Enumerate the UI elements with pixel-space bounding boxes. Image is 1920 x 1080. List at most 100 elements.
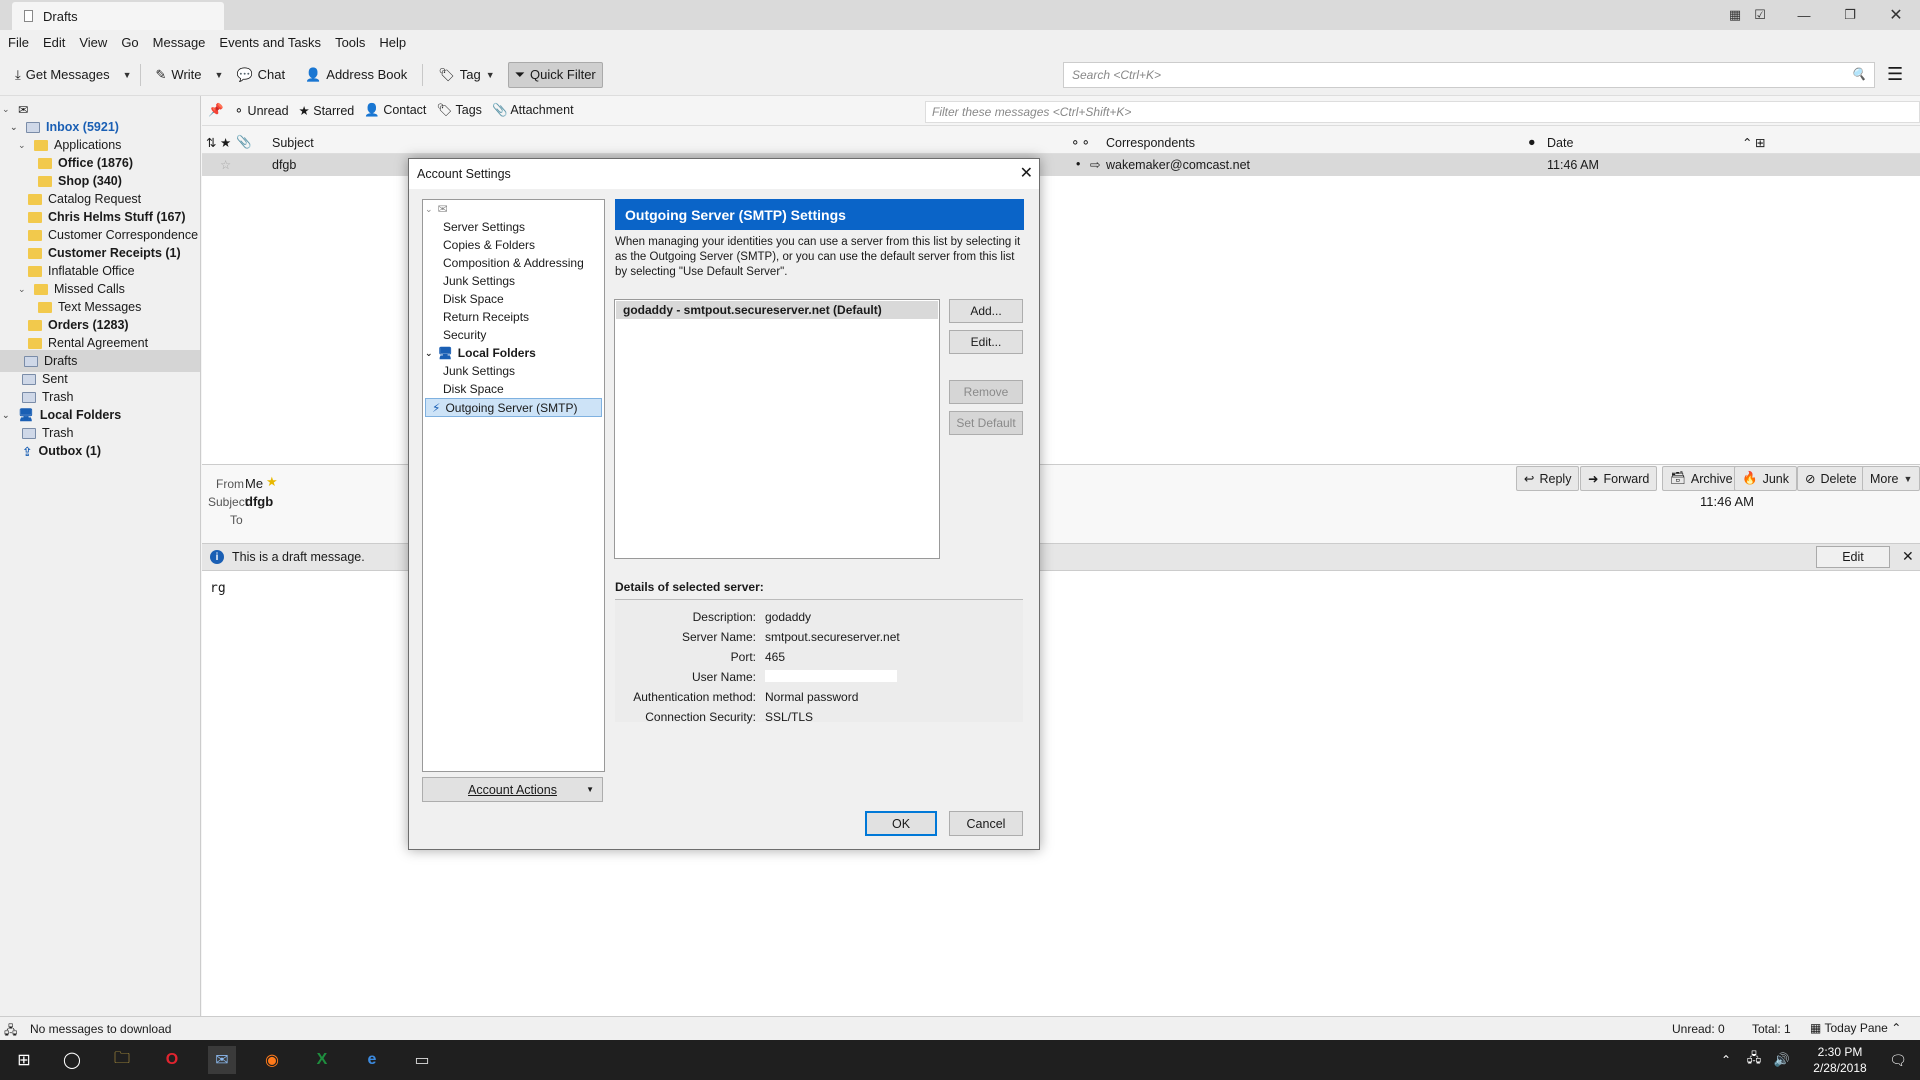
filter-tags[interactable]: 🏷 Tags bbox=[436, 103, 482, 118]
account-actions-button[interactable]: Account Actions ▼ bbox=[422, 777, 603, 802]
search-icon[interactable]: 🔍 bbox=[1851, 67, 1866, 81]
folder-label: Trash bbox=[42, 426, 74, 440]
quick-filter-button[interactable]: ⏷ Quick Filter bbox=[507, 61, 603, 88]
hamburger-menu-icon[interactable]: ☰ bbox=[1887, 64, 1903, 85]
from-value[interactable]: Me bbox=[245, 476, 263, 491]
forward-button[interactable]: ➜ Forward bbox=[1580, 466, 1658, 491]
file-explorer-icon[interactable]: 🗀 bbox=[108, 1046, 136, 1074]
folder-outbox[interactable]: ⇪ Outbox (1) bbox=[22, 440, 101, 462]
tree-composition-addressing[interactable]: Composition & Addressing bbox=[443, 256, 584, 270]
thread-column-icon[interactable]: ⇅ bbox=[206, 135, 216, 150]
taskbar-clock[interactable]: 2:30 PM 2/28/2018 bbox=[1800, 1044, 1880, 1076]
tree-outgoing-server[interactable]: ⚡ Outgoing Server (SMTP) bbox=[425, 398, 602, 417]
tag-button[interactable]: 🏷 Tag ▼ bbox=[431, 62, 501, 88]
tasks-icon[interactable]: ☑ bbox=[1740, 0, 1780, 30]
tree-junk-settings[interactable]: Junk Settings bbox=[443, 274, 515, 288]
write-dropdown[interactable]: ▼ bbox=[215, 70, 224, 80]
menu-edit[interactable]: Edit bbox=[43, 35, 65, 50]
close-icon[interactable]: ✕ bbox=[1020, 163, 1033, 183]
restore-button[interactable]: ❐ bbox=[1830, 0, 1870, 30]
remove-server-button[interactable]: Remove bbox=[949, 380, 1023, 404]
menu-help[interactable]: Help bbox=[379, 35, 406, 50]
more-button[interactable]: More ▼ bbox=[1862, 466, 1920, 491]
chat-button[interactable]: 💬 Chat bbox=[229, 62, 292, 88]
filter-contact[interactable]: 👤 Contact bbox=[364, 103, 426, 118]
column-picker-icon[interactable]: ⊞ bbox=[1755, 135, 1765, 150]
title-bar bbox=[0, 0, 1920, 30]
filter-attachment[interactable]: 📎 Attachment bbox=[492, 103, 574, 118]
tree-server-settings[interactable]: Server Settings bbox=[443, 220, 525, 234]
ok-button[interactable]: OK bbox=[865, 811, 937, 836]
edit-draft-button[interactable]: Edit bbox=[1816, 546, 1890, 568]
menu-events-tasks[interactable]: Events and Tasks bbox=[219, 35, 321, 50]
filter-starred[interactable]: ★ Starred bbox=[299, 103, 355, 118]
folder-icon bbox=[38, 157, 52, 169]
archive-button[interactable]: 🗃 Archive bbox=[1662, 466, 1741, 491]
junk-column-icon[interactable]: ● bbox=[1528, 135, 1536, 149]
smtp-server-list[interactable]: godaddy - smtpout.secureserver.net (Defa… bbox=[614, 299, 940, 559]
folder-icon bbox=[38, 175, 52, 187]
delete-button[interactable]: ⊘ Delete bbox=[1797, 466, 1865, 491]
close-icon[interactable]: ✕ bbox=[1902, 548, 1914, 565]
menu-view[interactable]: View bbox=[79, 35, 107, 50]
detail-user-name bbox=[765, 670, 897, 682]
write-button[interactable]: ✎ Write bbox=[149, 62, 209, 88]
account-root-node[interactable]: ⌄ ✉ bbox=[425, 202, 448, 216]
today-pane-button[interactable]: ▦ Today Pane ⌃ bbox=[1810, 1021, 1901, 1035]
add-server-button[interactable]: Add... bbox=[949, 299, 1023, 323]
command-prompt-icon[interactable]: ▭ bbox=[408, 1046, 436, 1074]
star-icon[interactable]: ☆ bbox=[220, 157, 231, 172]
menu-tools[interactable]: Tools bbox=[335, 35, 365, 50]
list-item[interactable]: godaddy - smtpout.secureserver.net (Defa… bbox=[616, 301, 938, 319]
edit-server-button[interactable]: Edit... bbox=[949, 330, 1023, 354]
column-correspondents[interactable]: Correspondents bbox=[1106, 136, 1195, 150]
tree-copies-folders[interactable]: Copies & Folders bbox=[443, 238, 535, 252]
network-icon[interactable]: 🖧 bbox=[4, 1021, 17, 1042]
menu-go[interactable]: Go bbox=[121, 35, 138, 50]
excel-icon[interactable]: X bbox=[308, 1046, 336, 1074]
attachment-column-icon[interactable]: 📎 bbox=[236, 135, 252, 150]
read-column-icon[interactable]: ⚬⚬ bbox=[1070, 135, 1091, 150]
close-window-button[interactable]: ✕ bbox=[1876, 0, 1916, 30]
star-column-icon[interactable]: ★ bbox=[220, 135, 231, 150]
get-messages-button[interactable]: ⤓ Get Messages bbox=[8, 62, 117, 88]
internet-explorer-icon[interactable]: e bbox=[358, 1046, 386, 1074]
volume-icon[interactable]: 🔊 bbox=[1768, 1046, 1796, 1074]
filter-messages-input[interactable]: Filter these messages <Ctrl+Shift+K> bbox=[925, 101, 1920, 123]
tag-icon: 🏷 bbox=[438, 66, 455, 82]
pin-icon[interactable]: 📌 bbox=[208, 103, 224, 118]
detail-key: Port: bbox=[730, 650, 756, 664]
tree-local-disk-space[interactable]: Disk Space bbox=[443, 382, 504, 396]
cancel-button[interactable]: Cancel bbox=[949, 811, 1023, 836]
star-icon[interactable]: ★ bbox=[266, 474, 278, 490]
sort-up-icon: ⌃ bbox=[1742, 136, 1753, 150]
thunderbird-icon[interactable]: ✉ bbox=[208, 1046, 236, 1074]
tree-return-receipts[interactable]: Return Receipts bbox=[443, 310, 529, 324]
column-subject[interactable]: Subject bbox=[272, 136, 314, 150]
menu-message[interactable]: Message bbox=[153, 35, 206, 50]
menu-file[interactable]: File bbox=[8, 35, 29, 50]
windows-start-icon[interactable]: ⊞ bbox=[10, 1046, 38, 1074]
firefox-icon[interactable]: ◉ bbox=[258, 1046, 286, 1074]
tree-local-junk-settings[interactable]: Junk Settings bbox=[443, 364, 515, 378]
junk-button[interactable]: 🔥 Junk bbox=[1734, 466, 1797, 491]
opera-icon[interactable]: O bbox=[158, 1046, 186, 1074]
cortana-search-icon[interactable]: ◯ bbox=[58, 1046, 86, 1074]
info-icon: i bbox=[210, 550, 224, 564]
set-default-button[interactable]: Set Default bbox=[949, 411, 1023, 435]
filter-unread[interactable]: ⚬ Unread bbox=[234, 103, 289, 118]
reply-button[interactable]: ↩ Reply bbox=[1516, 466, 1580, 491]
window-tab[interactable]: Drafts bbox=[12, 2, 224, 30]
read-status-icon[interactable]: • bbox=[1076, 157, 1080, 171]
minimize-button[interactable]: — bbox=[1784, 0, 1824, 30]
address-book-button[interactable]: 👤 Address Book bbox=[298, 62, 414, 88]
global-search-input[interactable]: Search <Ctrl+K> 🔍 bbox=[1063, 62, 1875, 88]
tree-security[interactable]: Security bbox=[443, 328, 486, 342]
get-messages-dropdown[interactable]: ▼ bbox=[123, 70, 132, 80]
chevron-up-icon[interactable]: ⌃ bbox=[1712, 1046, 1740, 1074]
notifications-icon[interactable]: 🗨 bbox=[1884, 1046, 1912, 1074]
network-tray-icon[interactable]: 🖧 bbox=[1740, 1046, 1768, 1074]
tree-local-folders[interactable]: ⌄ 🖥 Local Folders bbox=[425, 346, 536, 360]
column-date[interactable]: Date bbox=[1547, 136, 1573, 150]
tree-disk-space[interactable]: Disk Space bbox=[443, 292, 504, 306]
